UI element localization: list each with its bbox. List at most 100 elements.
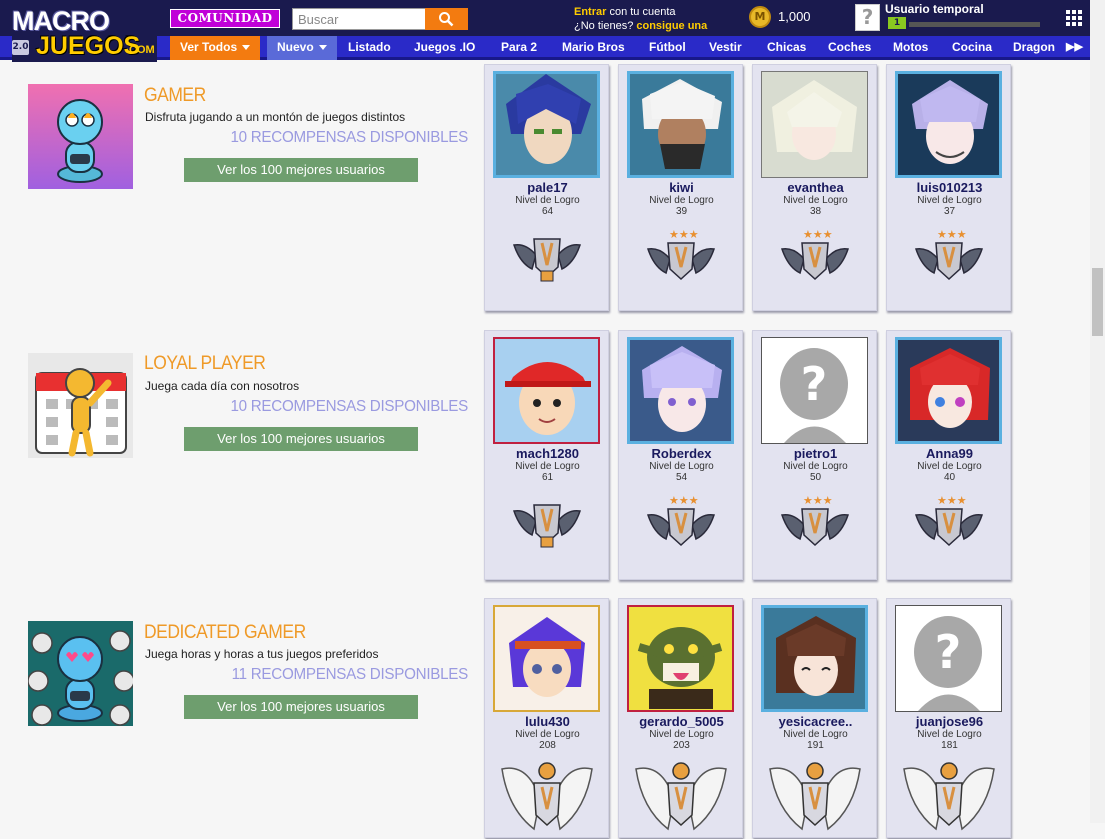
winged-rank-badge-icon [513, 504, 581, 548]
winged-star-rank-badge-icon: ★★★ [915, 228, 983, 281]
level-label: Nivel de Logro [649, 195, 714, 206]
user-card[interactable]: evanthea Nivel de Logro 38 ★★★ [752, 64, 877, 311]
nav-para-2[interactable]: Para 2 [501, 36, 537, 60]
user-level-info: Nivel de Logro 38 [753, 195, 878, 217]
user-avatar[interactable]: ? [855, 4, 880, 31]
user-name[interactable]: Roberdex [619, 446, 744, 461]
comunidad-button[interactable]: COMUNIDAD [170, 9, 280, 28]
level-label: Nivel de Logro [515, 729, 580, 740]
coin-balance: 1,000 [778, 9, 811, 24]
user-card[interactable]: kiwi Nivel de Logro 39 ★★★ [618, 64, 743, 311]
svg-text:★★★: ★★★ [937, 228, 967, 241]
level-value: 61 [541, 472, 554, 483]
user-card[interactable]: pale17 Nivel de Logro 64 [484, 64, 609, 311]
angel-wing-rank-badge-icon [903, 762, 995, 831]
level-value: 40 [943, 472, 956, 483]
top-users-button[interactable]: Ver los 100 mejores usuarios [184, 158, 418, 182]
user-level-info: Nivel de Logro 37 [887, 195, 1012, 217]
user-card[interactable]: mach1280 Nivel de Logro 61 [484, 330, 609, 580]
user-name[interactable]: pale17 [485, 180, 610, 195]
top-users-button[interactable]: Ver los 100 mejores usuarios [184, 695, 418, 719]
search-button[interactable] [425, 8, 468, 30]
nav-nuevo[interactable]: Nuevo [267, 36, 337, 60]
user-name[interactable]: luis010213 [887, 180, 1012, 195]
winged-star-rank-badge-icon: ★★★ [781, 494, 849, 547]
search-input[interactable] [292, 8, 426, 30]
user-card[interactable]: lulu430 Nivel de Logro 208 [484, 598, 609, 838]
svg-text:★★★: ★★★ [669, 494, 699, 507]
nav-dragon[interactable]: Dragon [1013, 36, 1055, 60]
achievement-description: Juega cada día con nosotros [145, 379, 300, 393]
nav-vestir[interactable]: Vestir [709, 36, 742, 60]
login-link[interactable]: Entrar [574, 6, 606, 18]
winged-star-rank-badge-icon: ★★★ [647, 228, 715, 281]
user-level-info: Nivel de Logro 40 [887, 461, 1012, 483]
user-card[interactable]: yesicacree.. Nivel de Logro 191 [752, 598, 877, 838]
user-name[interactable]: juanjose96 [887, 714, 1012, 729]
user-avatar-image [493, 337, 600, 444]
user-name[interactable]: gerardo_5005 [619, 714, 744, 729]
page-scrollbar[interactable] [1090, 0, 1105, 823]
winged-star-rank-badge-icon: ★★★ [647, 494, 715, 547]
user-card[interactable]: gerardo_5005 Nivel de Logro 203 [618, 598, 743, 838]
nav-futbol[interactable]: Fútbol [649, 36, 686, 60]
user-name[interactable]: kiwi [619, 180, 744, 195]
nav-ver-todos[interactable]: Ver Todos [170, 36, 261, 60]
user-name[interactable]: Anna99 [887, 446, 1012, 461]
nav-more-arrow[interactable]: ▶▶ [1066, 36, 1083, 60]
achievement-rewards: 11 RECOMPENSAS DISPONIBLES [231, 666, 469, 683]
achievement-description: Disfruta jugando a un montón de juegos d… [145, 110, 406, 124]
user-level-info: Nivel de Logro 50 [753, 461, 878, 483]
signup-question: ¿No tienes? [574, 20, 637, 32]
user-name[interactable]: evanthea [753, 180, 878, 195]
logo-juegos-overlay[interactable]: JUEGOS [36, 32, 140, 61]
search-icon [439, 12, 454, 27]
level-label: Nivel de Logro [649, 729, 714, 740]
achievement-title: GAMER [144, 85, 206, 106]
xp-progress-bar [909, 22, 1040, 27]
user-avatar-image [895, 337, 1002, 444]
nav-cocina[interactable]: Cocina [952, 36, 992, 60]
user-level-info: Nivel de Logro 191 [753, 729, 878, 751]
angel-wing-rank-badge-icon [501, 762, 593, 831]
user-name[interactable]: mach1280 [485, 446, 610, 461]
achievement-description: Juega horas y horas a tus juegos preferi… [145, 647, 379, 661]
scrollbar-thumb[interactable] [1092, 268, 1103, 336]
nav-listado[interactable]: Listado [348, 36, 391, 60]
user-level-info: Nivel de Logro 208 [485, 729, 610, 751]
user-level-info: Nivel de Logro 54 [619, 461, 744, 483]
nav-label: Nuevo [277, 40, 314, 54]
user-card[interactable]: Anna99 Nivel de Logro 40 ★★★ [886, 330, 1011, 580]
nav-chicas[interactable]: Chicas [767, 36, 806, 60]
user-card[interactable]: ? pietro1 Nivel de Logro 50 ★★★ [752, 330, 877, 580]
user-name[interactable]: Usuario temporal [885, 2, 984, 16]
angel-wing-rank-badge-icon [769, 762, 861, 831]
level-label: Nivel de Logro [515, 461, 580, 472]
user-card[interactable]: luis010213 Nivel de Logro 37 ★★★ [886, 64, 1011, 311]
nav-coches[interactable]: Coches [828, 36, 871, 60]
logo-com-overlay: .COM [126, 44, 155, 56]
default-avatar-icon: ? [762, 338, 867, 443]
user-name[interactable]: yesicacree.. [753, 714, 878, 729]
nav-motos[interactable]: Motos [893, 36, 928, 60]
signup-link[interactable]: consigue una [636, 20, 707, 32]
loyal-player-achievement-icon [28, 353, 133, 458]
user-name[interactable]: lulu430 [485, 714, 610, 729]
nav-label: Ver Todos [180, 40, 238, 54]
svg-text:★★★: ★★★ [803, 494, 833, 507]
svg-text:★★★: ★★★ [803, 228, 833, 241]
achievement-rewards: 10 RECOMPENSAS DISPONIBLES [230, 398, 468, 415]
user-card[interactable]: ? juanjose96 Nivel de Logro 181 [886, 598, 1011, 838]
nav-juegos-io[interactable]: Juegos .IO [414, 36, 475, 60]
user-avatar-image [895, 71, 1002, 178]
apps-grid-icon[interactable] [1066, 10, 1083, 27]
nav-mario-bros[interactable]: Mario Bros [562, 36, 625, 60]
user-avatar-image [761, 71, 868, 178]
user-card[interactable]: Roberdex Nivel de Logro 54 ★★★ [618, 330, 743, 580]
level-label: Nivel de Logro [649, 461, 714, 472]
level-label: Nivel de Logro [783, 729, 848, 740]
user-level-info: Nivel de Logro 181 [887, 729, 1012, 751]
user-name[interactable]: pietro1 [753, 446, 878, 461]
top-users-button[interactable]: Ver los 100 mejores usuarios [184, 427, 418, 451]
user-avatar-image [761, 605, 868, 712]
